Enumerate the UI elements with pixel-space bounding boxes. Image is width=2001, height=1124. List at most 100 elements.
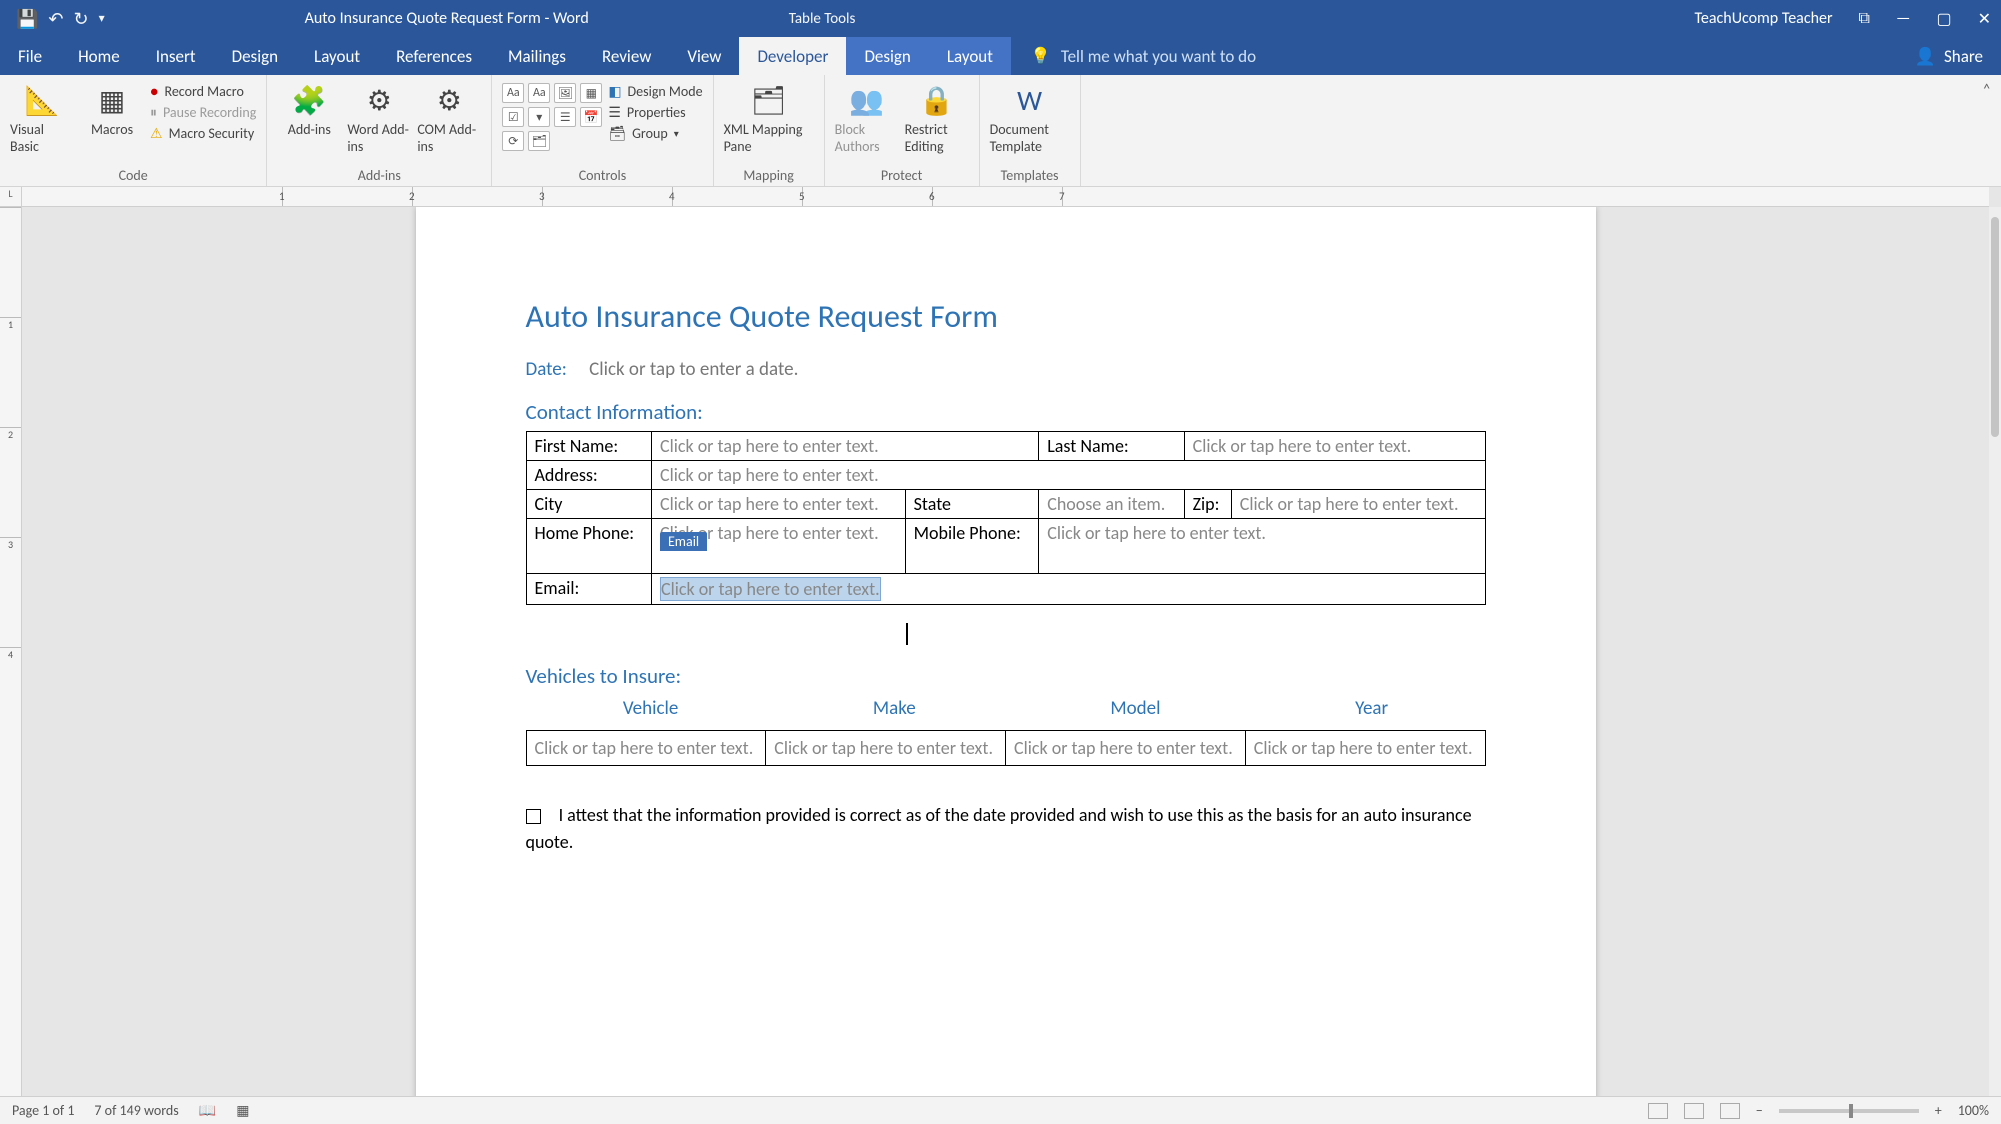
macro-security-button[interactable]: ⚠Macro Security xyxy=(150,125,256,142)
share-button[interactable]: 👤 Share xyxy=(1897,37,2001,75)
document-template-button[interactable]: WDocument Template xyxy=(990,79,1070,155)
macro-status-icon[interactable]: ▦ xyxy=(236,1102,249,1119)
control-datepicker-icon[interactable]: 📅 xyxy=(580,107,602,127)
control-richtext-icon[interactable]: Aa xyxy=(502,83,524,103)
tab-developer[interactable]: Developer xyxy=(739,37,846,75)
zoom-level[interactable]: 100% xyxy=(1958,1102,1989,1119)
block-authors-button[interactable]: 👥Block Authors xyxy=(835,79,899,155)
status-words[interactable]: 7 of 149 words xyxy=(94,1102,178,1119)
view-web-icon[interactable] xyxy=(1720,1103,1740,1119)
state-label: State xyxy=(905,490,1039,519)
tab-view[interactable]: View xyxy=(669,37,739,75)
content-control-tag[interactable]: Email xyxy=(660,532,707,551)
col-vehicle: Vehicle xyxy=(623,697,678,720)
state-control[interactable]: Choose an item. xyxy=(1039,490,1184,519)
document-template-label: Document Template xyxy=(990,121,1070,155)
attest-checkbox[interactable] xyxy=(526,809,541,824)
tell-me-search[interactable]: 💡 Tell me what you want to do xyxy=(1011,37,1897,75)
control-legacy-icon[interactable]: 🗂 xyxy=(528,131,550,151)
email-label: Email: xyxy=(526,574,651,605)
maximize-icon[interactable]: ▢ xyxy=(1936,9,1951,29)
com-addins-button[interactable]: ⚙COM Add-ins xyxy=(417,79,481,155)
year-cell[interactable]: Click or tap here to enter text. xyxy=(1245,731,1485,766)
zoom-in-icon[interactable]: + xyxy=(1935,1102,1942,1119)
vertical-scrollbar[interactable] xyxy=(1989,207,2001,1096)
view-read-icon[interactable] xyxy=(1648,1103,1668,1119)
macros-button[interactable]: ▦Macros xyxy=(80,79,144,138)
tab-references[interactable]: References xyxy=(378,37,490,75)
close-icon[interactable]: ✕ xyxy=(1978,9,1991,29)
addins-button[interactable]: 🧩Add-ins xyxy=(277,79,341,138)
view-print-icon[interactable] xyxy=(1684,1103,1704,1119)
horizontal-ruler[interactable] xyxy=(22,187,1989,207)
minimize-icon[interactable]: — xyxy=(1896,9,1910,29)
control-buildingblock-icon[interactable]: ▦ xyxy=(580,83,602,103)
design-mode-button[interactable]: ◧Design Mode xyxy=(608,83,702,100)
tab-review[interactable]: Review xyxy=(584,37,669,75)
account-name[interactable]: TeachUcomp Teacher xyxy=(1695,9,1833,28)
control-plaintext-icon[interactable]: Aa xyxy=(528,83,550,103)
city-label: City xyxy=(526,490,651,519)
record-macro-label: Record Macro xyxy=(164,83,243,100)
tab-insert[interactable]: Insert xyxy=(138,37,214,75)
tab-mailings[interactable]: Mailings xyxy=(490,37,584,75)
control-combobox-icon[interactable]: ▾ xyxy=(528,107,550,127)
home-phone-control[interactable]: Click or tap here to enter text. Email xyxy=(651,519,905,574)
visual-basic-button[interactable]: 📐Visual Basic xyxy=(10,79,74,155)
vehicle-cell[interactable]: Click or tap here to enter text. xyxy=(526,731,766,766)
document-title: Auto Insurance Quote Request Form - Word xyxy=(305,9,589,28)
mobile-phone-control[interactable]: Click or tap here to enter text. xyxy=(1039,519,1485,574)
group-btn-label: Group xyxy=(632,125,668,142)
status-page[interactable]: Page 1 of 1 xyxy=(12,1102,74,1119)
col-model: Model xyxy=(1110,697,1160,720)
scrollbar-thumb[interactable] xyxy=(1991,217,1999,437)
spellcheck-icon[interactable]: 📖 xyxy=(199,1102,216,1119)
save-icon[interactable]: 💾 xyxy=(16,8,38,30)
qat-customize-icon[interactable]: ▾ xyxy=(99,11,105,26)
attest-text: I attest that the information provided i… xyxy=(526,804,1472,853)
tab-file[interactable]: File xyxy=(0,37,60,75)
make-cell[interactable]: Click or tap here to enter text. xyxy=(766,731,1006,766)
date-content-control[interactable]: Click or tap to enter a date. xyxy=(589,358,798,381)
undo-icon[interactable]: ↶ xyxy=(48,8,63,30)
zoom-slider[interactable] xyxy=(1779,1109,1919,1113)
xml-mapping-label: XML Mapping Pane xyxy=(724,121,814,155)
tab-table-design[interactable]: Design xyxy=(846,37,928,75)
properties-button[interactable]: ☰Properties xyxy=(608,104,702,121)
control-checkbox-icon[interactable]: ☑ xyxy=(502,107,524,127)
control-dropdown-icon[interactable]: ☰ xyxy=(554,107,576,127)
vertical-ruler[interactable]: 1234 xyxy=(0,207,22,1096)
group-controls-label: Controls xyxy=(502,165,702,184)
group-templates-label: Templates xyxy=(990,165,1070,184)
control-picture-icon[interactable]: 🖼 xyxy=(554,83,576,103)
group-addins-label: Add-ins xyxy=(277,165,481,184)
group-mapping-label: Mapping xyxy=(724,165,814,184)
address-control[interactable]: Click or tap here to enter text. xyxy=(651,461,1485,490)
zip-control[interactable]: Click or tap here to enter text. xyxy=(1231,490,1485,519)
word-addins-button[interactable]: ⚙Word Add-ins xyxy=(347,79,411,155)
group-protect-label: Protect xyxy=(835,165,969,184)
tab-layout[interactable]: Layout xyxy=(296,37,378,75)
zoom-out-icon[interactable]: − xyxy=(1756,1102,1763,1119)
last-name-control[interactable]: Click or tap here to enter text. xyxy=(1184,432,1485,461)
redo-icon[interactable]: ↻ xyxy=(74,8,89,30)
tab-design[interactable]: Design xyxy=(214,37,296,75)
vehicles-heading: Vehicles to Insure: xyxy=(526,663,1486,689)
xml-mapping-button[interactable]: 🗂XML Mapping Pane xyxy=(724,79,814,155)
first-name-control[interactable]: Click or tap here to enter text. xyxy=(651,432,1038,461)
restrict-editing-button[interactable]: 🔒Restrict Editing xyxy=(905,79,969,155)
pause-recording-button[interactable]: ⏸Pause Recording xyxy=(150,104,256,121)
city-control[interactable]: Click or tap here to enter text. xyxy=(651,490,905,519)
record-macro-button[interactable]: ●Record Macro xyxy=(150,83,256,100)
page-title: Auto Insurance Quote Request Form xyxy=(526,297,1486,336)
control-repeating-icon[interactable]: ⟳ xyxy=(502,131,524,151)
context-tools-label: Table Tools xyxy=(789,10,856,28)
collapse-ribbon-icon[interactable]: ˄ xyxy=(1972,75,2001,106)
tab-home[interactable]: Home xyxy=(60,37,138,75)
tab-table-layout[interactable]: Layout xyxy=(929,37,1011,75)
model-cell[interactable]: Click or tap here to enter text. xyxy=(1006,731,1246,766)
display-options-icon[interactable]: ⧉ xyxy=(1859,9,1870,28)
email-control[interactable]: Click or tap here to enter text. xyxy=(651,574,1485,605)
contact-table: First Name: Click or tap here to enter t… xyxy=(526,431,1486,605)
group-button[interactable]: 🗃Group▾ xyxy=(608,125,702,142)
